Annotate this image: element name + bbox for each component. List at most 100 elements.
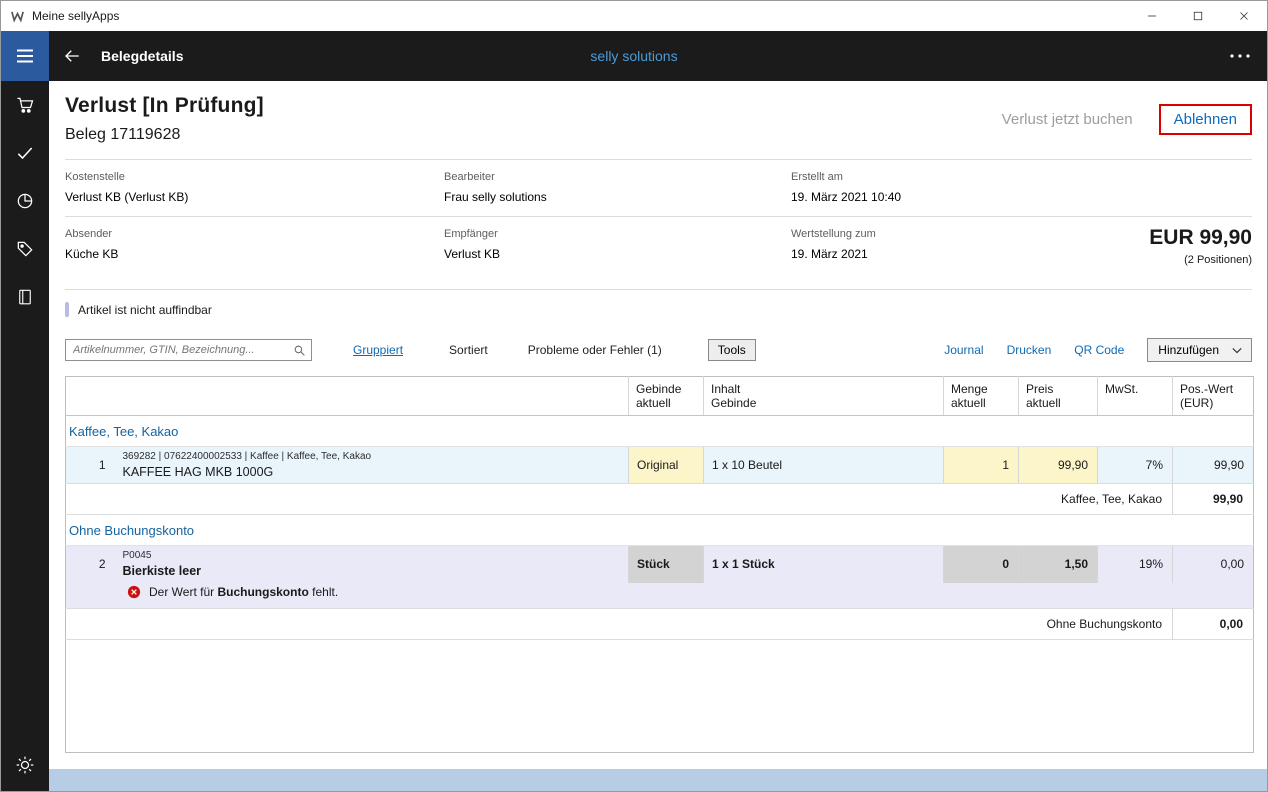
brand-label: selly solutions: [590, 48, 677, 64]
article-cell[interactable]: P0045 Bierkiste leer: [116, 546, 629, 583]
sidebar-item-reports[interactable]: [1, 177, 49, 225]
minimize-button[interactable]: [1129, 1, 1175, 31]
cart-icon: [15, 95, 35, 115]
fields-row-2: Absender Küche KB Empfänger Verlust KB W…: [65, 217, 1252, 290]
grouped-toggle[interactable]: Gruppiert: [353, 343, 403, 357]
hamburger-menu-button[interactable]: [1, 31, 49, 81]
group-header-kaffee[interactable]: Kaffee, Tee, Kakao: [66, 416, 1254, 447]
subtotal-label: Kaffee, Tee, Kakao: [66, 484, 1173, 515]
journal-link[interactable]: Journal: [944, 343, 983, 357]
document-total: EUR 99,90 (2 Positionen): [1149, 226, 1252, 266]
legend-label: Artikel ist nicht auffindbar: [78, 303, 212, 317]
sidebar-item-journal[interactable]: [1, 273, 49, 321]
col-article-header: [116, 377, 629, 416]
field-value: Küche KB: [65, 247, 444, 261]
search-input[interactable]: [73, 344, 293, 356]
app-header: Belegdetails selly solutions: [1, 31, 1267, 81]
sidebar-item-settings[interactable]: [1, 741, 49, 789]
maximize-button[interactable]: [1175, 1, 1221, 31]
titlebar: Meine sellyApps: [1, 1, 1267, 31]
problems-filter[interactable]: Probleme oder Fehler (1): [528, 343, 662, 357]
inhalt-cell[interactable]: 1 x 10 Beutel: [704, 447, 944, 484]
article-meta: 369282 | 07622400002533 | Kaffee | Kaffe…: [123, 451, 622, 462]
sidebar: [1, 81, 49, 791]
table-empty-space: [66, 639, 1254, 752]
more-options-button[interactable]: [1229, 53, 1251, 59]
legend-color-swatch: [65, 302, 69, 317]
close-button[interactable]: [1221, 1, 1267, 31]
field-value: Verlust KB (Verlust KB): [65, 190, 444, 204]
subtotal-value: 0,00: [1173, 608, 1254, 639]
content-area: Verlust [In Prüfung] Beleg 17119628 Verl…: [49, 81, 1267, 791]
mwst-cell: 7%: [1098, 447, 1173, 484]
page-title: Belegdetails: [101, 48, 183, 64]
col-num-header: [66, 377, 116, 416]
group-header-ohne-buchungskonto[interactable]: Ohne Buchungskonto: [66, 515, 1254, 546]
field-label: Kostenstelle: [65, 171, 444, 183]
document-actions: Verlust jetzt buchen Ablehnen: [1002, 104, 1252, 135]
gear-icon: [15, 755, 35, 775]
toolbar-right: Journal Drucken QR Code Hinzufügen: [944, 338, 1252, 362]
menge-cell[interactable]: 1: [944, 447, 1019, 484]
article-cell[interactable]: 369282 | 07622400002533 | Kaffee | Kaffe…: [116, 447, 629, 484]
col-mwst-header: MwSt.: [1098, 377, 1173, 416]
sidebar-item-labels[interactable]: [1, 225, 49, 273]
qr-code-link[interactable]: QR Code: [1074, 343, 1124, 357]
article-name: Bierkiste leer: [123, 564, 622, 578]
preis-cell[interactable]: 99,90: [1019, 447, 1098, 484]
sidebar-item-approvals[interactable]: [1, 129, 49, 177]
search-box: [65, 339, 312, 361]
search-icon[interactable]: [293, 344, 306, 357]
legend-not-findable: Artikel ist nicht auffindbar: [65, 302, 1252, 317]
menge-cell[interactable]: 0: [944, 546, 1019, 583]
total-amount: EUR 99,90: [1149, 226, 1252, 250]
field-label: Absender: [65, 228, 444, 240]
subtotal-value: 99,90: [1173, 484, 1254, 515]
add-button-label: Hinzufügen: [1158, 343, 1219, 357]
field-label: Empfänger: [444, 228, 791, 240]
chevron-down-icon: [1232, 347, 1242, 354]
field-empfaenger: Empfänger Verlust KB: [444, 228, 791, 277]
gebinde-cell[interactable]: Original: [629, 447, 704, 484]
print-link[interactable]: Drucken: [1007, 343, 1052, 357]
col-preis-header: Preis aktuell: [1019, 377, 1098, 416]
sidebar-item-cart[interactable]: [1, 81, 49, 129]
reject-button[interactable]: Ablehnen: [1159, 104, 1252, 135]
row-number: 1: [66, 447, 116, 484]
tools-button[interactable]: Tools: [708, 339, 756, 361]
add-dropdown-button[interactable]: Hinzufügen: [1147, 338, 1252, 362]
row-number: 2: [66, 546, 116, 583]
table-row-2[interactable]: 2 P0045 Bierkiste leer Stück 1 x 1 Stück…: [66, 546, 1254, 583]
col-wert-header: Pos.-Wert (EUR): [1173, 377, 1254, 416]
table-header-row: Gebinde aktuell Inhalt Gebinde Menge akt…: [66, 377, 1254, 416]
field-erstellt-am: Erstellt am 19. März 2021 10:40: [791, 171, 1252, 204]
error-message: Der Wert für Buchungskonto fehlt.: [149, 585, 338, 599]
field-value: Verlust KB: [444, 247, 791, 261]
book-icon: [16, 287, 34, 307]
col-inhalt-header: Inhalt Gebinde: [704, 377, 944, 416]
tag-icon: [15, 239, 35, 259]
subtotal-label: Ohne Buchungskonto: [66, 608, 1173, 639]
sorted-toggle[interactable]: Sortiert: [449, 343, 488, 357]
arrow-left-icon: [62, 47, 82, 65]
back-button[interactable]: [62, 47, 82, 65]
preis-cell[interactable]: 1,50: [1019, 546, 1098, 583]
book-loss-button[interactable]: Verlust jetzt buchen: [1002, 111, 1133, 128]
field-kostenstelle: Kostenstelle Verlust KB (Verlust KB): [65, 171, 444, 204]
mwst-cell: 19%: [1098, 546, 1173, 583]
window-title: Meine sellyApps: [32, 9, 119, 23]
error-icon: [127, 585, 141, 599]
subtotal-row-ohne-buchungskonto: Ohne Buchungskonto 0,00: [66, 608, 1254, 639]
positions-table: Gebinde aktuell Inhalt Gebinde Menge akt…: [65, 376, 1254, 753]
col-menge-header: Menge aktuell: [944, 377, 1019, 416]
gebinde-cell[interactable]: Stück: [629, 546, 704, 583]
total-positions: (2 Positionen): [1149, 254, 1252, 266]
error-row: Der Wert für Buchungskonto fehlt.: [66, 583, 1254, 609]
pos-wert-cell: 0,00: [1173, 546, 1254, 583]
table-row-1[interactable]: 1 369282 | 07622400002533 | Kaffee | Kaf…: [66, 447, 1254, 484]
inhalt-cell[interactable]: 1 x 1 Stück: [704, 546, 944, 583]
field-absender: Absender Küche KB: [65, 228, 444, 277]
app-icon: [10, 9, 25, 24]
field-value: 19. März 2021 10:40: [791, 190, 1252, 204]
article-meta: P0045: [123, 550, 622, 561]
